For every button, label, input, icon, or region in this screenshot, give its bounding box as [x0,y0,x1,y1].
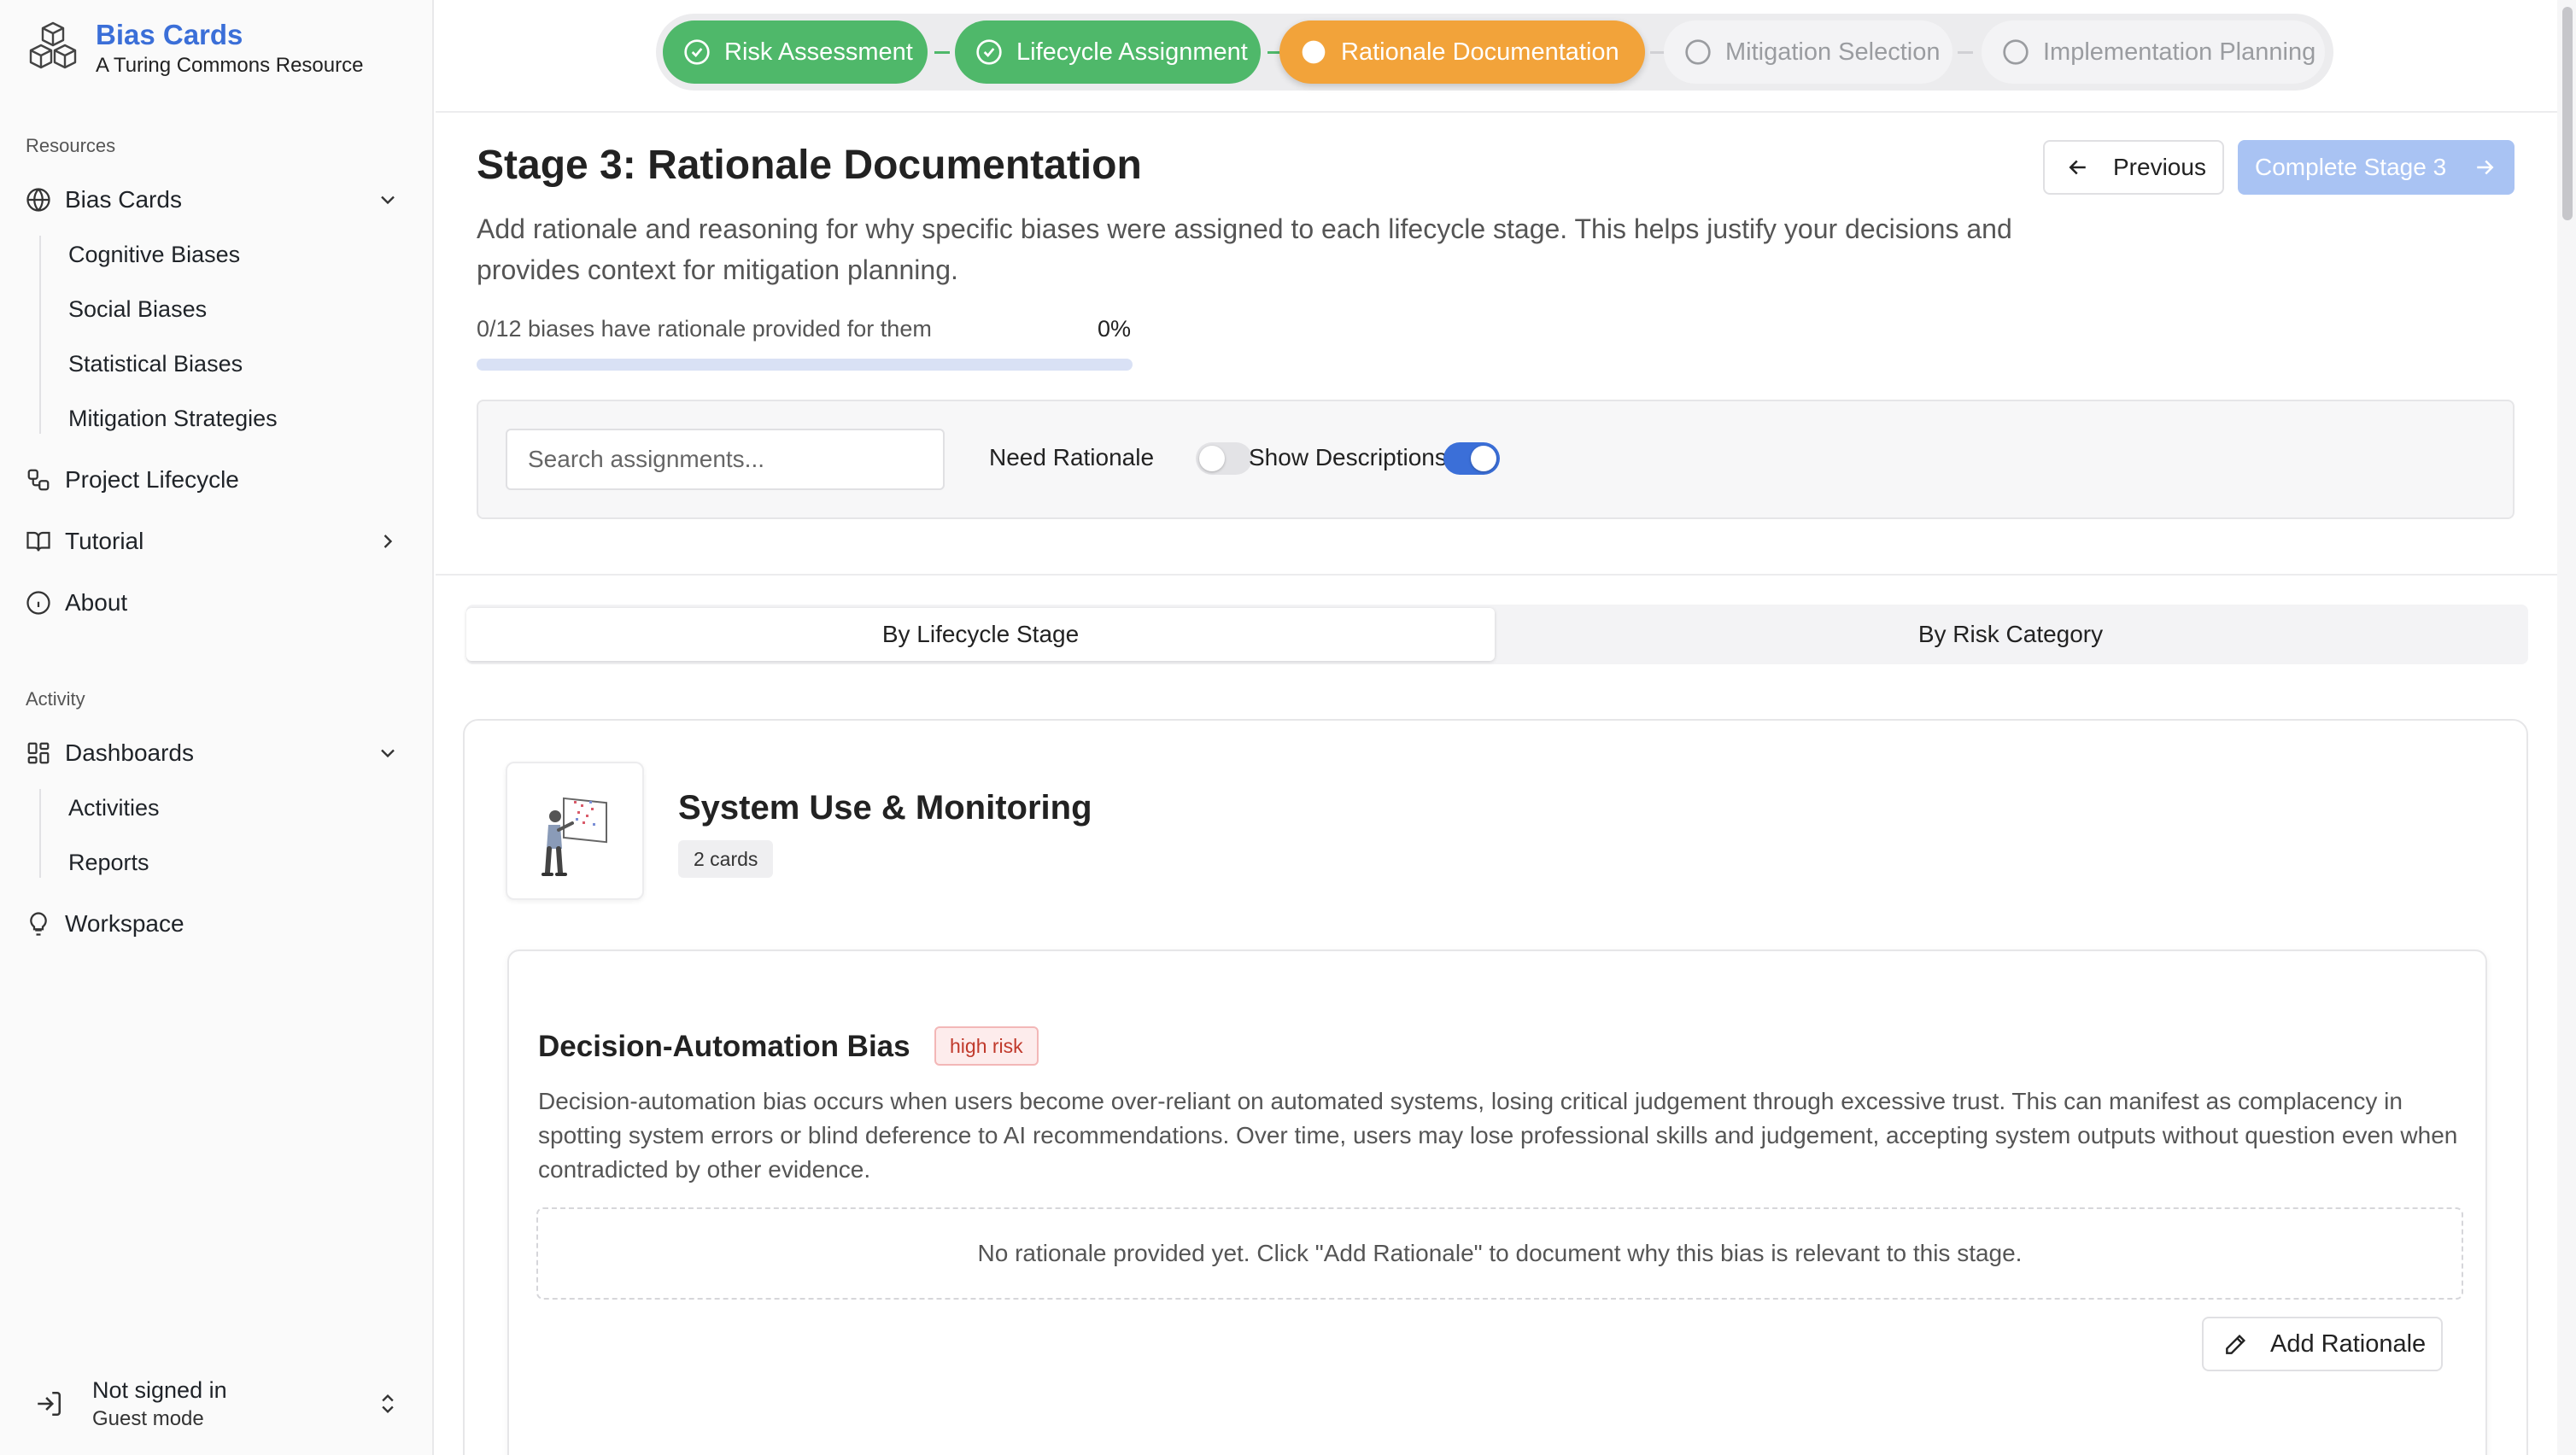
brand-subtitle: A Turing Commons Resource [96,54,364,77]
previous-button-label: Previous [2113,154,2206,180]
scrollbar-thumb[interactable] [2562,7,2573,220]
progress-percent: 0% [1098,316,1132,342]
step-label: Implementation Planning [2043,38,2316,66]
sidebar-item-project-lifecycle[interactable]: Project Lifecycle [24,456,410,504]
step-label: Mitigation Selection [1725,38,1941,66]
check-circle-icon [684,39,710,65]
sidebar-item-label: Project Lifecycle [65,466,239,493]
bias-card: Decision-Automation Bias high risk Decis… [507,950,2487,1455]
tab-by-lifecycle-stage[interactable]: By Lifecycle Stage [466,608,1495,661]
need-rationale-toggle[interactable] [1196,442,1252,475]
empty-circle-icon [2003,39,2029,65]
info-icon [24,588,53,617]
check-circle-icon [976,39,1002,65]
arrow-right-icon [2477,160,2494,175]
tab-by-risk-category[interactable]: By Risk Category [1496,608,2525,661]
chevron-down-icon[interactable] [376,741,400,765]
brand-title: Bias Cards [96,19,243,50]
user-mode: Guest mode [92,1406,204,1430]
brand-link[interactable]: Bias Cards A Turing Commons Resource [24,19,363,79]
complete-stage-button[interactable]: Complete Stage 3 [2238,140,2515,195]
page-title: Stage 3: Rationale Documentation [477,143,1142,188]
empty-circle-icon [1685,39,1711,65]
need-rationale-label: Need Rationale [989,444,1155,470]
globe-icon [24,185,53,214]
header-divider [436,111,2576,113]
step-label: Rationale Documentation [1341,38,1619,66]
previous-button[interactable]: Previous [2043,140,2224,195]
resources-section-label: Resources [26,135,116,156]
active-circle-icon [1302,40,1326,64]
filter-bar: Need Rationale Show Descriptions [477,400,2515,519]
user-name: Not signed in [92,1376,227,1403]
sidebar-item-workspace[interactable]: Workspace [24,900,410,948]
card-count-badge: 2 cards [678,840,774,878]
sidebar-item-label: Dashboards [65,739,194,766]
step-lifecycle-assignment[interactable]: Lifecycle Assignment [955,20,1261,84]
stage-stepper: Risk Assessment Lifecycle Assignment Rat… [656,14,2333,91]
submenu-guide-line [39,789,41,878]
submenu-guide-line [39,236,41,434]
add-rationale-button[interactable]: Add Rationale [2202,1317,2443,1371]
sidebar-item-label: Bias Cards [65,186,182,213]
sidebar-subitem-reports[interactable]: Reports [68,844,149,881]
lightbulb-icon [24,909,53,938]
sidebar-subitem-activities[interactable]: Activities [68,789,160,827]
pencil-icon [2226,1334,2246,1354]
step-label: Risk Assessment [724,38,913,66]
bias-name: Decision-Automation Bias [538,1030,910,1063]
sidebar-item-bias-cards[interactable]: Bias Cards [24,176,410,224]
sidebar-item-dashboards[interactable]: Dashboards [24,729,410,777]
empty-rationale-placeholder: No rationale provided yet. Click "Add Ra… [536,1207,2463,1300]
section-divider [436,574,2557,576]
sidebar: Bias Cards A Turing Commons Resource Res… [0,0,434,1455]
toggle-knob [1471,446,1496,471]
show-descriptions-toggle[interactable] [1443,442,1500,475]
chevron-right-icon[interactable] [376,529,400,553]
show-descriptions-label: Show Descriptions [1249,444,1447,470]
sidebar-subitem-social-biases[interactable]: Social Biases [68,290,207,328]
arrow-left-icon [2069,160,2086,175]
stage-name: System Use & Monitoring [678,789,1092,827]
sidebar-item-tutorial[interactable]: Tutorial [24,517,410,565]
sidebar-item-label: Tutorial [65,528,144,554]
person-monitoring-screen-illustration [506,762,644,900]
step-implementation-planning[interactable]: Implementation Planning [1982,20,2325,84]
cube-stack-icon [29,21,77,69]
complete-stage-button-label: Complete Stage 3 [2255,154,2447,180]
search-input[interactable] [506,429,945,490]
sidebar-item-about[interactable]: About [24,579,410,627]
sidebar-subitem-statistical-biases[interactable]: Statistical Biases [68,345,243,383]
sidebar-item-label: About [65,589,128,616]
page-description: Add rationale and reasoning for why spec… [477,213,2012,285]
lifecycle-stage-card: System Use & Monitoring 2 cards Decision… [463,719,2528,1455]
book-icon [24,527,53,556]
risk-badge: high risk [934,1026,1039,1066]
step-label: Lifecycle Assignment [1016,38,1248,66]
chevron-down-icon[interactable] [376,188,400,212]
step-connector [1958,51,1973,54]
step-rationale-documentation[interactable]: Rationale Documentation [1279,20,1645,84]
user-menu[interactable]: Not signed in Guest mode [34,1370,410,1438]
activity-section-label: Activity [26,688,85,710]
sidebar-subitem-mitigation-strategies[interactable]: Mitigation Strategies [68,400,278,437]
sidebar-item-label: Workspace [65,910,184,937]
toggle-knob [1199,446,1225,471]
step-risk-assessment[interactable]: Risk Assessment [663,20,928,84]
grid-icon [24,739,53,768]
progress-text: 0/12 biases have rationale provided for … [477,316,932,342]
step-mitigation-selection[interactable]: Mitigation Selection [1664,20,1952,84]
progress-bar [477,359,1133,371]
sidebar-subitem-cognitive-biases[interactable]: Cognitive Biases [68,236,240,273]
chevrons-up-down-icon[interactable] [376,1390,400,1417]
sign-in-icon [38,1391,61,1417]
step-connector [934,51,950,54]
workflow-icon [24,465,53,494]
bias-description: Decision-automation bias occurs when use… [538,1088,2458,1183]
add-rationale-button-label: Add Rationale [2270,1329,2427,1358]
view-tabs: By Lifecycle Stage By Risk Category [466,605,2528,664]
